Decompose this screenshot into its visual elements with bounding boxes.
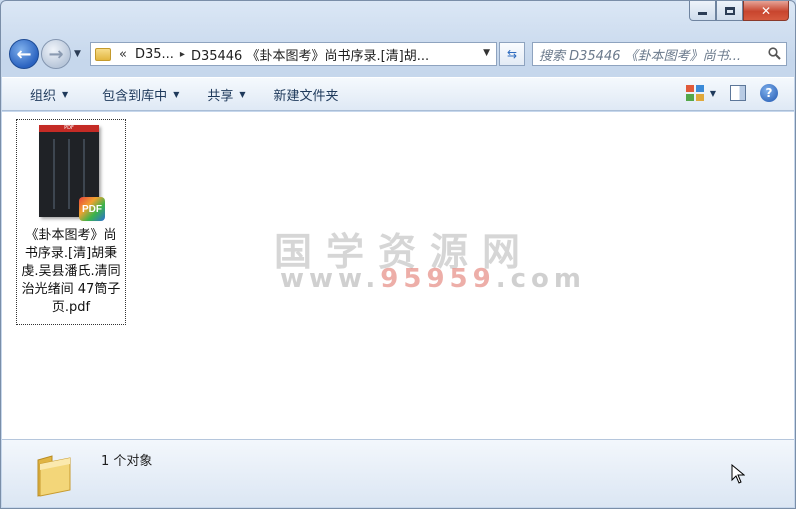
forward-button[interactable]: →	[41, 39, 71, 69]
thumbnail-header: PDF	[39, 125, 99, 132]
folder-icon	[95, 47, 111, 61]
address-dropdown-icon[interactable]: ▼	[483, 48, 490, 58]
watermark-url-number: 95959	[380, 264, 496, 294]
back-button[interactable]: ←	[9, 39, 39, 69]
change-view-icon[interactable]	[685, 85, 704, 101]
mouse-cursor-icon	[731, 464, 745, 484]
new-folder-label: 新建文件夹	[273, 88, 339, 104]
minimize-button[interactable]	[689, 1, 716, 21]
share-menu[interactable]: 共享 ▼	[193, 85, 259, 104]
file-list[interactable]: PDF PDF 《卦本图考》尚书序录.[清]胡秉虔.吴县潘氏.清同治光绪间 47…	[2, 112, 794, 439]
chevron-down-icon: ▼	[74, 49, 81, 59]
minimize-icon	[698, 12, 707, 15]
search-icon	[768, 47, 781, 60]
help-icon: ?	[765, 86, 773, 100]
organize-label: 组织	[30, 88, 57, 104]
toolbar-right: ▼ ?	[685, 84, 778, 102]
maximize-button[interactable]	[716, 1, 743, 21]
item-count-status: 1 个对象	[101, 454, 153, 469]
maximize-icon	[724, 6, 735, 15]
breadcrumb-separator[interactable]: ▸	[180, 49, 185, 60]
view-options-dropdown[interactable]: ▼	[710, 89, 716, 98]
refresh-icon: ⇆	[506, 47, 518, 61]
close-button[interactable]: ✕	[743, 1, 789, 21]
window-controls: ✕	[689, 1, 789, 23]
close-icon: ✕	[760, 3, 772, 18]
breadcrumb-item-parent[interactable]: D35...	[135, 47, 174, 62]
organize-menu[interactable]: 组织 ▼	[2, 85, 82, 104]
file-name[interactable]: 《卦本图考》尚书序录.[清]胡秉虔.吴县潘氏.清同治光绪间 47筒子页.pdf	[21, 227, 121, 317]
watermark-url: www.95959.com	[280, 264, 586, 294]
search-input[interactable]: 搜索 D35446 《卦本图考》尚书...	[539, 45, 741, 64]
file-item[interactable]: PDF PDF 《卦本图考》尚书序录.[清]胡秉虔.吴县潘氏.清同治光绪间 47…	[16, 119, 126, 325]
search-box[interactable]: 搜索 D35446 《卦本图考》尚书...	[532, 42, 787, 66]
folder-icon	[37, 455, 71, 497]
command-bar: 组织 ▼ 包含到库中 ▼ 共享 ▼ 新建文件夹 ▼ ?	[2, 77, 794, 111]
back-arrow-icon: ←	[16, 43, 32, 65]
include-in-library-label: 包含到库中	[102, 88, 168, 104]
include-in-library-menu[interactable]: 包含到库中 ▼	[82, 85, 193, 104]
recent-pages-dropdown[interactable]: ▼	[74, 49, 86, 59]
explorer-window: ✕ ← → ▼ « D35... ▸ D35446 《卦本图考》尚书序录.[清]…	[0, 0, 796, 509]
pdf-file-icon: PDF	[79, 197, 105, 221]
forward-arrow-icon: →	[48, 43, 64, 65]
chevron-down-icon: ▼	[173, 89, 180, 99]
preview-pane-icon[interactable]	[730, 85, 746, 101]
breadcrumb-item-current[interactable]: D35446 《卦本图考》尚书序录.[清]胡...	[191, 45, 429, 64]
watermark-url-prefix: www.	[280, 264, 381, 294]
refresh-button[interactable]: ⇆	[499, 42, 525, 66]
chevron-down-icon: ▼	[62, 89, 69, 99]
help-button[interactable]: ?	[760, 84, 778, 102]
details-pane: 1 个对象	[2, 439, 794, 507]
address-bar[interactable]: « D35... ▸ D35446 《卦本图考》尚书序录.[清]胡... ▼	[90, 42, 497, 66]
navigation-bar: ← → ▼ « D35... ▸ D35446 《卦本图考》尚书序录.[清]胡.…	[9, 37, 787, 71]
watermark-url-suffix: .com	[495, 264, 586, 294]
breadcrumb-overflow[interactable]: «	[119, 47, 127, 62]
share-label: 共享	[207, 88, 234, 104]
new-folder-button[interactable]: 新建文件夹	[260, 85, 353, 104]
chevron-down-icon: ▼	[239, 89, 246, 99]
